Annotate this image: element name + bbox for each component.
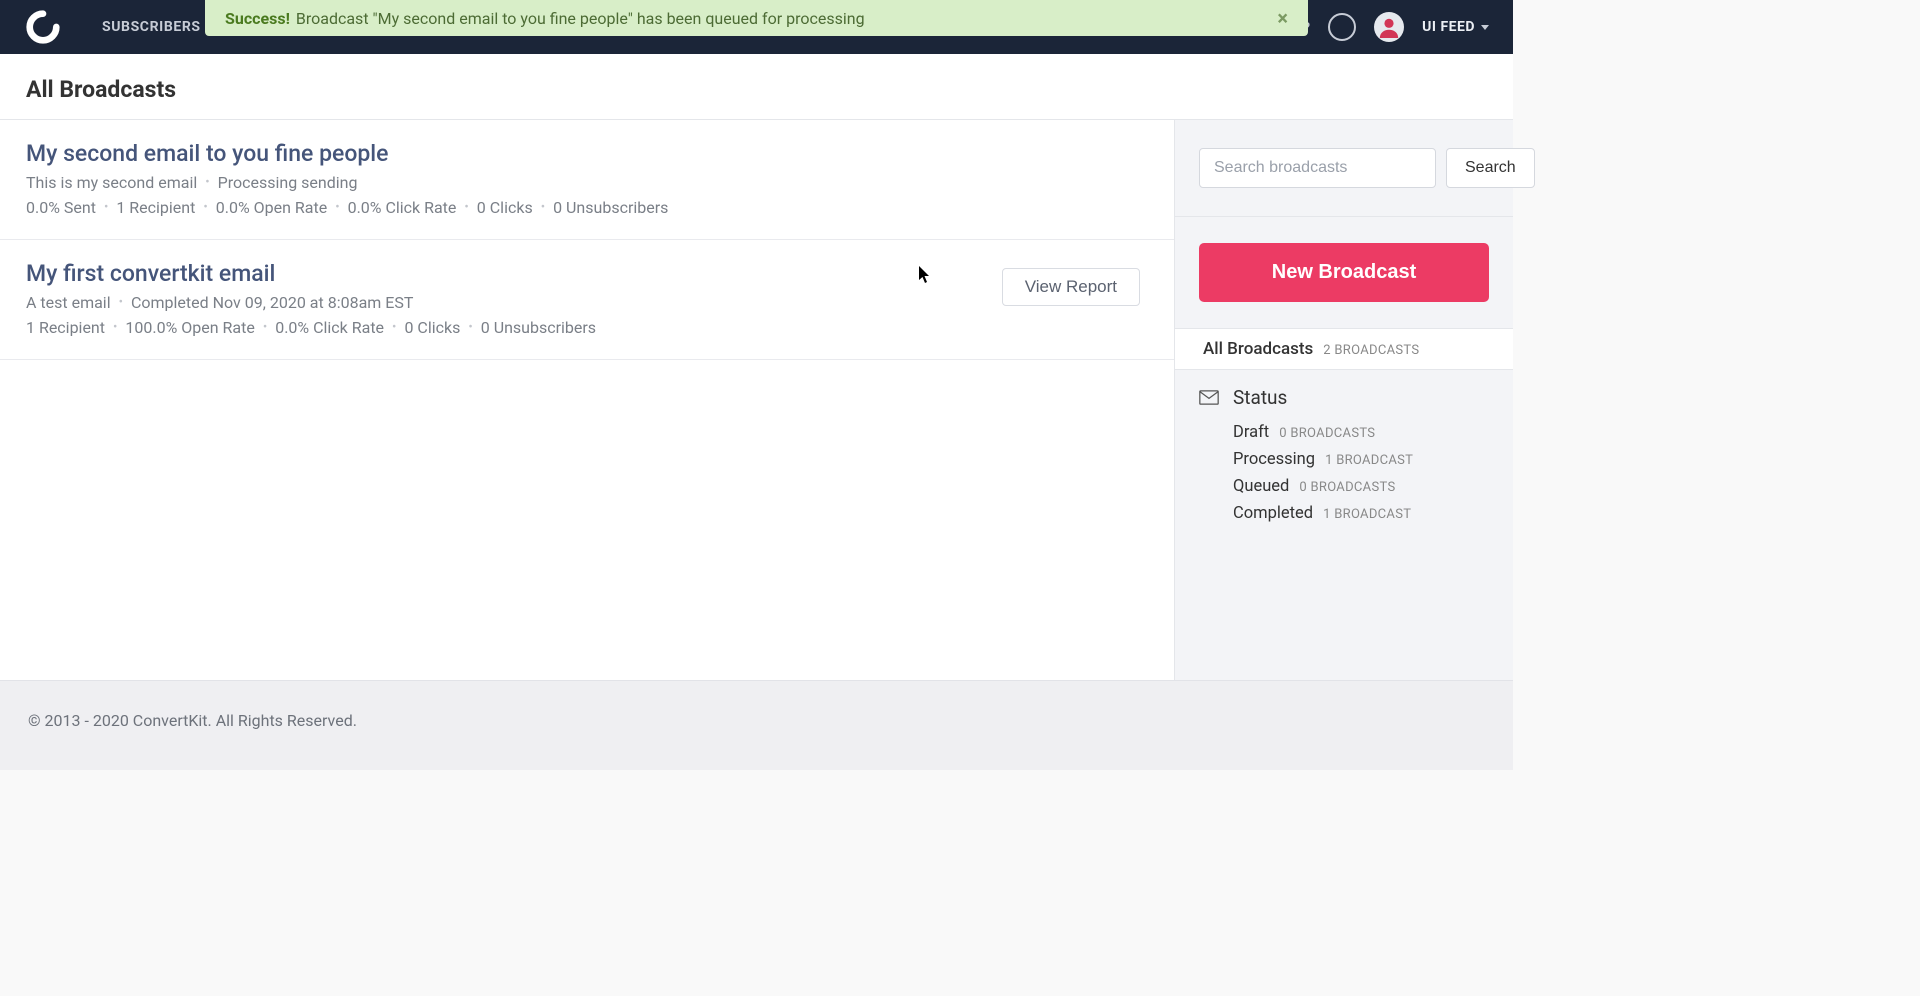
separator-dot: • (541, 200, 545, 215)
alert-close-button[interactable]: × (1277, 8, 1288, 28)
success-alert: Success! Broadcast "My second email to y… (205, 0, 1308, 36)
alert-message: Broadcast "My second email to you fine p… (296, 9, 865, 28)
logo[interactable] (24, 8, 62, 46)
stat: 0.0% Click Rate (348, 198, 457, 217)
sidebar: Search New Broadcast All Broadcasts 2 BR… (1175, 120, 1513, 680)
stat: 100.0% Open Rate (125, 318, 254, 337)
search-button[interactable]: Search (1446, 148, 1535, 188)
broadcast-title[interactable]: My first convertkit email (26, 260, 1148, 287)
filter-label: All Broadcasts (1203, 339, 1313, 359)
broadcast-stats: 0.0% Sent• 1 Recipient• 0.0% Open Rate• … (26, 198, 1148, 217)
nav-subscribers[interactable]: SUBSCRIBERS (102, 19, 201, 35)
envelope-icon (1199, 390, 1219, 405)
separator-dot: • (205, 175, 209, 190)
status-filter-processing[interactable]: Processing 1 BROADCAST (1233, 446, 1489, 473)
status-count: 1 BROADCAST (1325, 453, 1413, 468)
status-label: Draft (1233, 423, 1269, 442)
status-filter-queued[interactable]: Queued 0 BROADCASTS (1233, 473, 1489, 500)
broadcast-status: Processing sending (218, 173, 358, 192)
view-report-button[interactable]: View Report (1002, 268, 1140, 306)
stat: 0 Unsubscribers (553, 198, 668, 217)
broadcast-stats: 1 Recipient • 100.0% Open Rate • 0.0% Clic… (26, 318, 1148, 337)
broadcast-desc: This is my second email (26, 173, 197, 192)
status-heading-label: Status (1233, 386, 1287, 409)
separator-dot: • (104, 200, 108, 215)
separator-dot: • (203, 200, 207, 215)
separator-dot: • (464, 200, 468, 215)
new-broadcast-button[interactable]: New Broadcast (1199, 243, 1489, 302)
status-count: 0 BROADCASTS (1279, 426, 1375, 441)
broadcast-title[interactable]: My second email to you fine people (26, 140, 1148, 167)
username-label: UI FEED (1422, 19, 1475, 35)
filter-all-broadcasts[interactable]: All Broadcasts 2 BROADCASTS (1175, 329, 1513, 370)
separator-dot: • (263, 320, 267, 335)
broadcast-row[interactable]: My second email to you fine people This … (0, 120, 1174, 240)
status-label: Completed (1233, 504, 1313, 523)
status-label: Processing (1233, 450, 1315, 469)
nav-right: ? UI FEED (1303, 12, 1489, 42)
chevron-down-icon (1481, 25, 1489, 30)
separator-dot: • (392, 320, 396, 335)
status-filter-completed[interactable]: Completed 1 BROADCAST (1233, 500, 1489, 527)
broadcast-row[interactable]: My first convertkit email A test email •… (0, 240, 1174, 360)
page-title: All Broadcasts (26, 76, 1487, 103)
status-filter-draft[interactable]: Draft 0 BROADCASTS (1233, 419, 1489, 446)
broadcast-list: My second email to you fine people This … (0, 120, 1175, 680)
page-header: All Broadcasts (0, 54, 1513, 120)
stat: 1 Recipient (26, 318, 105, 337)
status-label: Queued (1233, 477, 1289, 496)
user-menu[interactable]: UI FEED (1422, 19, 1489, 35)
stat: 0.0% Click Rate (275, 318, 384, 337)
stat: 0 Unsubscribers (481, 318, 596, 337)
separator-dot: • (119, 295, 123, 310)
status-count: 1 BROADCAST (1323, 507, 1411, 522)
status-count: 0 BROADCASTS (1299, 480, 1395, 495)
footer: © 2013 - 2020 ConvertKit. All Rights Res… (0, 680, 1513, 770)
stat: 0.0% Open Rate (216, 198, 327, 217)
broadcast-desc: A test email (26, 293, 111, 312)
copyright: © 2013 - 2020 ConvertKit. All Rights Res… (28, 711, 357, 730)
stat: 0.0% Sent (26, 198, 96, 217)
broadcast-status: Completed Nov 09, 2020 at 8:08am EST (131, 293, 413, 312)
separator-dot: • (335, 200, 339, 215)
status-heading: Status (1199, 386, 1489, 409)
filter-count: 2 BROADCASTS (1323, 343, 1419, 358)
avatar[interactable] (1374, 12, 1404, 42)
search-icon[interactable] (1328, 13, 1356, 41)
stat: 0 Clicks (404, 318, 460, 337)
stat: 0 Clicks (477, 198, 533, 217)
alert-strong: Success! (225, 9, 290, 28)
search-input[interactable] (1199, 148, 1436, 188)
separator-dot: • (113, 320, 117, 335)
separator-dot: • (468, 320, 472, 335)
stat: 1 Recipient (116, 198, 195, 217)
status-filter-group: Status Draft 0 BROADCASTS Processing 1 B… (1175, 370, 1513, 543)
